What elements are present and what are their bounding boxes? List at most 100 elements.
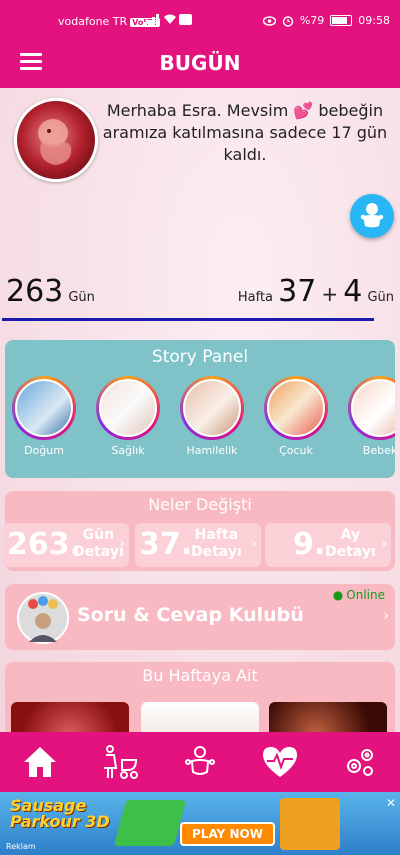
week-detail-number: 37. bbox=[139, 527, 193, 562]
story-label: Hamilelik bbox=[186, 444, 238, 457]
carrier-text: vodafone TR bbox=[58, 15, 128, 28]
page-title: BUGÜN bbox=[159, 51, 241, 75]
ad-label: Reklam bbox=[6, 842, 36, 851]
chevron-right-icon: › bbox=[251, 536, 257, 552]
settings-gears-icon bbox=[347, 749, 373, 776]
battery-percent: %79 bbox=[299, 14, 325, 27]
clock: 09:58 bbox=[358, 14, 390, 27]
ad-banner[interactable]: Sausage Parkour 3D PLAY NOW Reklam ✕ bbox=[0, 792, 400, 855]
story-ring bbox=[348, 376, 395, 440]
month-detail-label: Ay Detayı bbox=[325, 527, 376, 561]
week-counter: Hafta 37 + 4 Gün bbox=[238, 274, 394, 309]
eye-icon bbox=[262, 15, 276, 26]
day-detail-line1: Gün bbox=[82, 527, 115, 543]
week-number: 37 bbox=[278, 274, 317, 309]
month-detail-number: 9. bbox=[293, 527, 326, 562]
ad-logo-line2: Parkour 3D bbox=[10, 812, 110, 831]
days-unit: Gün bbox=[68, 290, 95, 305]
this-week-title: Bu Haftaya Ait bbox=[142, 666, 258, 685]
wifi-icon bbox=[164, 14, 176, 24]
story-image bbox=[183, 379, 241, 437]
ad-decoration bbox=[113, 800, 187, 846]
qa-club-card[interactable]: Soru & Cevap Kulubü Online › bbox=[5, 584, 395, 650]
changes-section: Neler Değişti 263. Gün Detayı › 37. Hafta… bbox=[3, 491, 395, 571]
chevron-right-icon: › bbox=[383, 608, 389, 624]
status-right: %79 09:58 bbox=[262, 14, 390, 27]
ad-close-icon[interactable]: ✕ bbox=[386, 796, 396, 810]
battery-icon bbox=[330, 15, 353, 26]
week-thumb-fetus[interactable] bbox=[11, 702, 129, 732]
day-detail-line2: Detayı bbox=[73, 544, 124, 560]
plus-sign: + bbox=[321, 282, 339, 306]
story-ring bbox=[264, 376, 328, 440]
ad-decoration bbox=[280, 798, 340, 850]
story-item-dogum[interactable]: Doğum bbox=[9, 376, 79, 457]
story-ring bbox=[180, 376, 244, 440]
heartbeat-icon bbox=[263, 747, 297, 777]
fetus-icon bbox=[38, 119, 72, 165]
day-detail-label: Gün Detayı bbox=[73, 527, 124, 561]
nav-home[interactable] bbox=[0, 732, 80, 792]
chevron-right-icon: › bbox=[381, 536, 387, 552]
story-image bbox=[99, 379, 157, 437]
fetus-avatar bbox=[14, 98, 98, 182]
story-item-bebek[interactable]: Bebek bbox=[345, 376, 395, 457]
week-thumb-mother[interactable] bbox=[141, 702, 259, 732]
day-detail-number: 263. bbox=[7, 527, 82, 562]
story-image bbox=[351, 379, 395, 437]
week-thumb-ultrasound[interactable] bbox=[269, 702, 387, 732]
baby-icon bbox=[185, 746, 215, 775]
extra-days-unit: Gün bbox=[367, 290, 394, 305]
baby-icon bbox=[360, 203, 384, 228]
month-detail-line2: Detayı bbox=[325, 544, 376, 560]
story-item-cocuk[interactable]: Çocuk bbox=[261, 376, 331, 457]
story-panel-title: Story Panel bbox=[151, 347, 249, 367]
week-detail-line1: Hafta bbox=[194, 527, 239, 543]
main-content[interactable]: Merhaba Esra. Mevsim 💕 bebeğin aramıza k… bbox=[0, 88, 400, 732]
story-label: Bebek bbox=[362, 444, 395, 457]
nav-baby[interactable] bbox=[160, 732, 240, 792]
extra-days-number: 4 bbox=[343, 274, 363, 309]
status-bar: vodafone TRVoLTE %79 09:58 bbox=[0, 0, 400, 40]
day-detail-card[interactable]: 263. Gün Detayı › bbox=[3, 523, 129, 567]
story-item-hamilelik[interactable]: Hamilelik bbox=[177, 376, 247, 457]
story-label: Çocuk bbox=[279, 444, 313, 457]
story-panel: Story Panel Doğum Sağlık Hamilelik Çocuk… bbox=[5, 340, 395, 478]
story-item-saglik[interactable]: Sağlık bbox=[93, 376, 163, 457]
story-label: Sağlık bbox=[111, 444, 145, 457]
chevron-right-icon: › bbox=[119, 536, 125, 552]
story-image bbox=[15, 379, 73, 437]
week-detail-line2: Detayı bbox=[191, 544, 242, 560]
nav-health[interactable] bbox=[240, 732, 320, 792]
week-detail-card[interactable]: 37. Hafta Detayı › bbox=[135, 523, 261, 567]
story-label: Doğum bbox=[24, 444, 64, 457]
bottom-navigation bbox=[0, 732, 400, 792]
mother-stroller-icon bbox=[104, 745, 138, 779]
alarm-icon bbox=[282, 15, 294, 27]
qa-club-title: Soru & Cevap Kulubü bbox=[77, 604, 304, 626]
ad-game-logo: Sausage Parkour 3D bbox=[10, 798, 110, 830]
thinking-person-icon bbox=[28, 596, 58, 642]
baby-floating-button[interactable] bbox=[350, 194, 394, 238]
nav-settings[interactable] bbox=[320, 732, 400, 792]
signal-icon bbox=[144, 14, 159, 26]
greeting-message: Merhaba Esra. Mevsim 💕 bebeğin aramıza k… bbox=[102, 101, 388, 164]
story-ring bbox=[12, 376, 76, 440]
month-detail-card[interactable]: 9. Ay Detayı › bbox=[265, 523, 391, 567]
this-week-section: Bu Haftaya Ait bbox=[5, 662, 395, 732]
week-label: Hafta bbox=[237, 290, 274, 305]
ad-play-now-button[interactable]: PLAY NOW bbox=[180, 822, 275, 846]
qa-avatar bbox=[17, 592, 69, 644]
changes-title: Neler Değişti bbox=[148, 495, 252, 514]
pregnancy-progress-bar bbox=[2, 318, 375, 321]
home-icon bbox=[24, 747, 56, 777]
story-ring bbox=[96, 376, 160, 440]
nav-mother[interactable] bbox=[80, 732, 160, 792]
notification-icon bbox=[179, 14, 192, 25]
days-counter: 263 Gün bbox=[6, 274, 95, 309]
week-detail-label: Hafta Detayı bbox=[191, 527, 242, 561]
app-header: BUGÜN bbox=[0, 40, 400, 88]
online-status: Online bbox=[333, 588, 385, 602]
story-image bbox=[267, 379, 325, 437]
month-detail-line1: Ay bbox=[340, 527, 361, 543]
